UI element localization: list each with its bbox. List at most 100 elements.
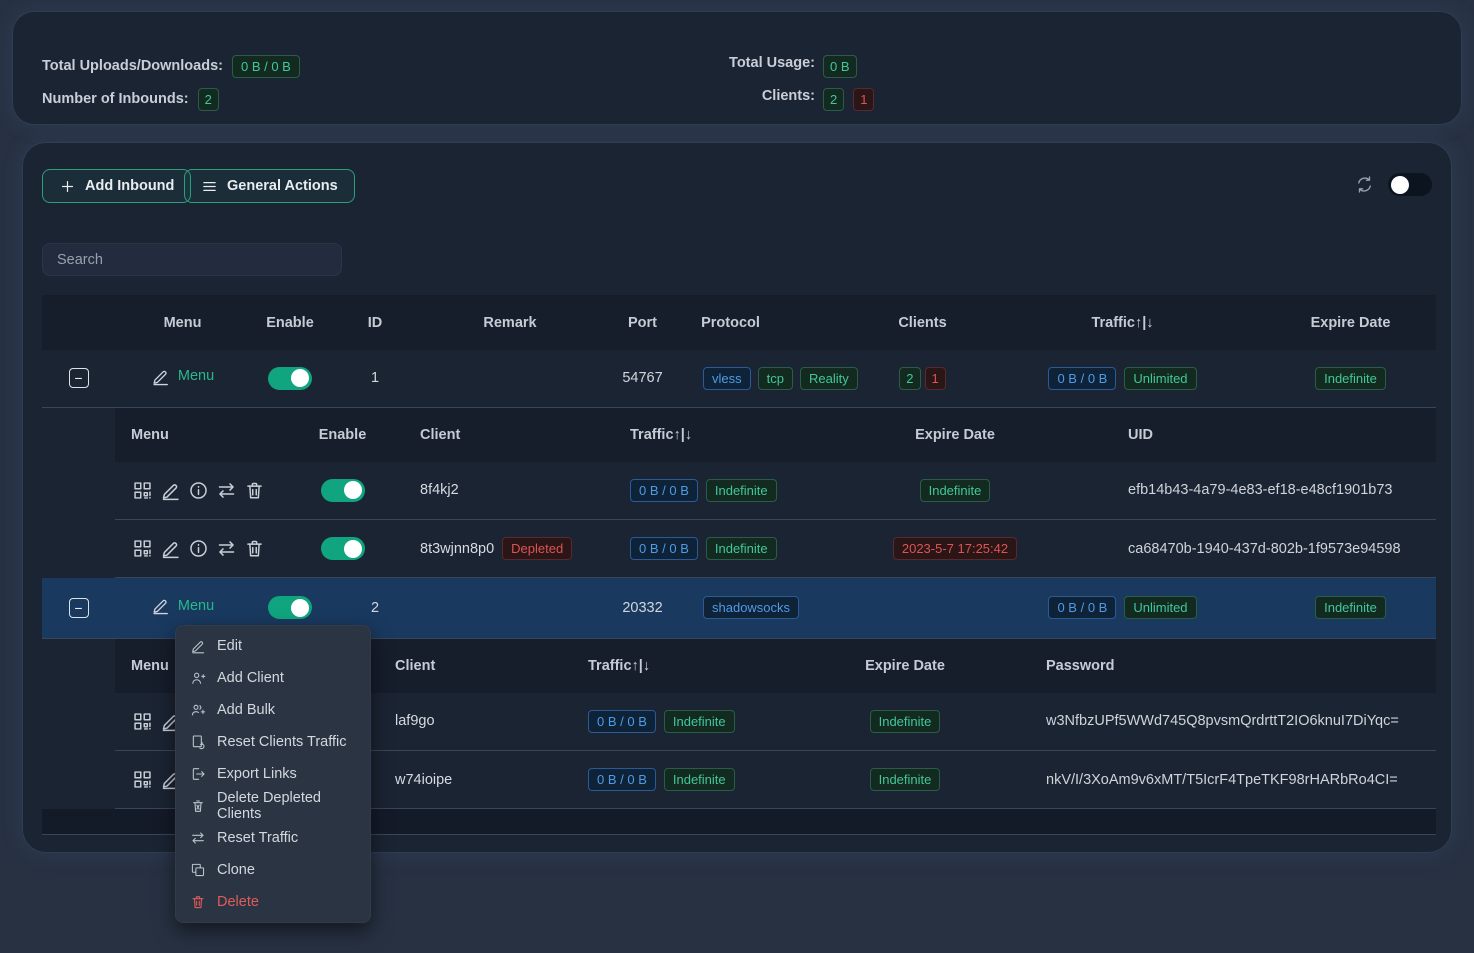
client-uid: efb14b43-4a79-4e83-ef18-e48cf1901b73 bbox=[1110, 462, 1436, 520]
clients-active-badge: 2 bbox=[823, 88, 844, 111]
collapse-row-button[interactable]: − bbox=[69, 598, 89, 618]
menu-item-edit[interactable]: Edit bbox=[175, 630, 371, 662]
refresh-icon[interactable] bbox=[1355, 175, 1374, 194]
protocol-tags: shadowsocks bbox=[703, 596, 864, 619]
add-inbound-button[interactable]: Add Inbound bbox=[42, 169, 191, 203]
qrcode-icon[interactable] bbox=[132, 480, 153, 501]
info-icon[interactable] bbox=[188, 538, 209, 559]
menu-item-delete[interactable]: Delete bbox=[175, 886, 371, 918]
menu-item-add-bulk[interactable]: Add Bulk bbox=[175, 694, 371, 726]
menu-item-add-client[interactable]: Add Client bbox=[175, 662, 371, 694]
inbound-menu-button[interactable]: Menu bbox=[151, 596, 214, 615]
search-input[interactable] bbox=[43, 244, 341, 275]
delete-icon bbox=[190, 894, 206, 910]
traffic-cell: 0 B / 0 B Indefinite bbox=[630, 479, 777, 502]
menu-item-export-links[interactable]: Export Links bbox=[175, 758, 371, 790]
stat-value-badge: 2 bbox=[198, 88, 219, 111]
col-remark: Remark bbox=[420, 295, 600, 350]
edit-pencil-icon[interactable] bbox=[160, 538, 181, 559]
client-enable-toggle[interactable] bbox=[321, 479, 365, 502]
qrcode-icon[interactable] bbox=[132, 538, 153, 559]
clients-depleted-badge: 1 bbox=[925, 367, 946, 390]
clients-depleted-badge: 1 bbox=[853, 88, 874, 111]
toggle-knob bbox=[1391, 176, 1409, 194]
col-id: ID bbox=[330, 295, 420, 350]
add-inbound-label: Add Inbound bbox=[85, 178, 174, 194]
traffic-cell: 0 B / 0 B Unlimited bbox=[1048, 596, 1196, 619]
client-name: 8f4kj2 bbox=[385, 462, 600, 520]
inbound-1-clients: Menu Enable Client Traffic↑|↓ Expire Dat… bbox=[42, 407, 1436, 578]
general-actions-label: General Actions bbox=[227, 178, 338, 194]
reset-traffic-icon bbox=[190, 830, 206, 846]
traffic-cell: 0 B / 0 B Indefinite bbox=[630, 537, 777, 560]
collapse-row-button[interactable]: − bbox=[69, 368, 89, 388]
col-expire-date: Expire Date bbox=[1265, 295, 1436, 350]
stat-total-usage: 0 B bbox=[823, 55, 874, 77]
stat-label: Number of Inbounds: bbox=[42, 91, 189, 107]
col-traffic-sort[interactable]: Traffic↑|↓ bbox=[560, 639, 780, 693]
dark-mode-toggle[interactable] bbox=[1388, 173, 1432, 196]
menu-item-reset-traffic[interactable]: Reset Traffic bbox=[175, 822, 371, 854]
col-expire-date: Expire Date bbox=[780, 639, 1030, 693]
inbounds-panel: Add Inbound General Actions Menu Enable … bbox=[22, 142, 1452, 853]
col-menu: Menu bbox=[115, 295, 250, 350]
stat-label: Total Usage: bbox=[700, 55, 815, 77]
traffic-badge: 0 B / 0 B bbox=[588, 710, 656, 733]
info-icon[interactable] bbox=[188, 480, 209, 501]
toggle-knob bbox=[344, 540, 362, 558]
inbound-enable-toggle[interactable] bbox=[268, 596, 312, 619]
menu-item-label: Delete Depleted Clients bbox=[217, 790, 356, 822]
menu-item-delete-depleted-clients[interactable]: Delete Depleted Clients bbox=[175, 790, 371, 822]
stat-label: Total Uploads/Downloads: bbox=[42, 58, 223, 74]
qrcode-icon[interactable] bbox=[132, 711, 153, 732]
traffic-badge: 0 B / 0 B bbox=[630, 479, 698, 502]
menu-item-clone[interactable]: Clone bbox=[175, 854, 371, 886]
traffic-total-badge: Indefinite bbox=[706, 479, 777, 502]
inbound-menu-button[interactable]: Menu bbox=[151, 367, 214, 386]
col-password: Password bbox=[1030, 639, 1436, 693]
menu-item-reset-clients-traffic[interactable]: Reset Clients Traffic bbox=[175, 726, 371, 758]
col-uid: UID bbox=[1110, 408, 1436, 462]
traffic-total-badge: Indefinite bbox=[664, 710, 735, 733]
stat-clients: 2 1 bbox=[823, 88, 874, 110]
reset-traffic-icon[interactable] bbox=[216, 480, 237, 501]
reset-traffic-icon[interactable] bbox=[216, 538, 237, 559]
stats-right-group: Total Usage: 0 B Clients: 2 1 bbox=[700, 55, 874, 110]
inbound-remark-cell bbox=[420, 350, 600, 407]
client-actions bbox=[116, 538, 299, 559]
inbound-row-1: − Menu 1 54767 vless tcp Reality 2 1 bbox=[42, 350, 1436, 407]
depleted-badge: Depleted bbox=[502, 537, 572, 560]
traffic-badge: 0 B / 0 B bbox=[588, 768, 656, 791]
delete-depleted-clients-icon bbox=[190, 798, 206, 814]
toggle-knob bbox=[291, 599, 309, 617]
menu-item-label: Delete bbox=[217, 894, 259, 910]
plus-icon bbox=[59, 178, 76, 195]
expand-header bbox=[42, 295, 115, 350]
edit-pencil-icon[interactable] bbox=[160, 480, 181, 501]
client-password: w3NfbzUPf5WWd745Q8pvsmQrdrttT2IO6knuI7Di… bbox=[1030, 693, 1436, 751]
trash-icon[interactable] bbox=[244, 538, 265, 559]
trash-icon[interactable] bbox=[244, 480, 265, 501]
traffic-cell: 0 B / 0 B Indefinite bbox=[588, 710, 735, 733]
clients-table: Menu Enable Client Traffic↑|↓ Expire Dat… bbox=[115, 408, 1436, 579]
client-enable-toggle[interactable] bbox=[321, 537, 365, 560]
expire-badge: Indefinite bbox=[920, 479, 991, 502]
menu-label: Menu bbox=[178, 598, 214, 614]
menu-item-label: Reset Clients Traffic bbox=[217, 734, 346, 750]
col-enable: Enable bbox=[250, 295, 330, 350]
expire-badge: Indefinite bbox=[1315, 367, 1386, 390]
col-traffic-sort[interactable]: Traffic↑|↓ bbox=[980, 295, 1265, 350]
col-traffic-sort[interactable]: Traffic↑|↓ bbox=[600, 408, 800, 462]
minus-icon: − bbox=[74, 600, 82, 616]
menu-item-label: Export Links bbox=[217, 766, 297, 782]
qrcode-icon[interactable] bbox=[132, 769, 153, 790]
inbound-enable-toggle[interactable] bbox=[268, 367, 312, 390]
general-actions-button[interactable]: General Actions bbox=[184, 169, 355, 203]
stat-value-badge: 0 B bbox=[823, 55, 857, 78]
protocol-tag: tcp bbox=[758, 367, 793, 390]
col-enable: Enable bbox=[300, 408, 385, 462]
clients-active-badge: 2 bbox=[899, 367, 920, 390]
clone-icon bbox=[190, 862, 206, 878]
reset-clients-traffic-icon bbox=[190, 734, 206, 750]
minus-icon: − bbox=[74, 370, 82, 386]
